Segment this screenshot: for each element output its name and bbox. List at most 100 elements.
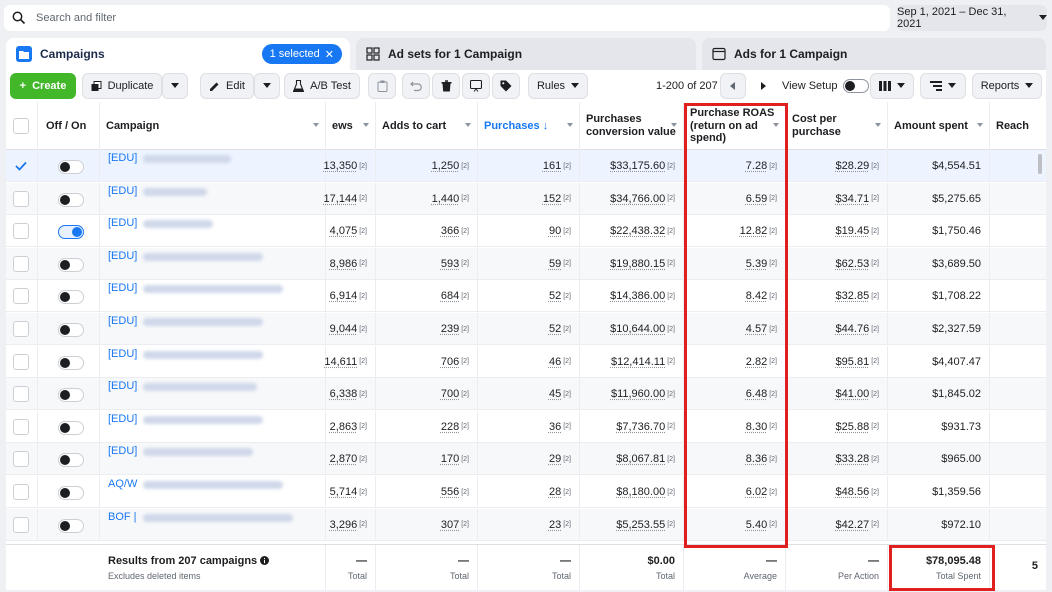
campaign-name-cell[interactable]: [EDU] <box>100 378 326 411</box>
clear-selection-icon[interactable]: ✕ <box>325 48 334 61</box>
campaign-on-off-toggle[interactable] <box>58 453 84 468</box>
col-purchases[interactable]: Purchases ↓ <box>478 102 580 150</box>
col-amount-spent[interactable]: Amount spent <box>888 102 990 150</box>
carts-value[interactable]: 239 <box>441 323 459 335</box>
table-row[interactable]: [EDU] 17,144 [2] 1,440 [2] 152 [2] $34,766.00 [2… <box>6 182 1046 215</box>
campaign-name-cell[interactable]: [EDU] <box>100 150 326 182</box>
roas-value[interactable]: 4.57 <box>746 323 767 335</box>
value-value[interactable]: $14,386.00 <box>610 290 665 302</box>
row-checkbox[interactable] <box>13 288 29 305</box>
purchases-value[interactable]: 152 <box>543 193 561 205</box>
campaign-name-cell[interactable]: [EDU] <box>100 215 326 248</box>
breakdown-button[interactable] <box>920 73 966 99</box>
row-checkbox[interactable] <box>13 255 29 272</box>
value-value[interactable]: $7,736.70 <box>616 421 665 433</box>
carts-value[interactable]: 706 <box>441 356 459 368</box>
roas-value[interactable]: 8.36 <box>746 453 767 465</box>
col-campaign[interactable]: Campaign <box>100 102 326 150</box>
cpp-value[interactable]: $62.53 <box>836 258 870 270</box>
ab-test-button[interactable]: A/B Test <box>284 73 360 99</box>
views-value[interactable]: 9,044 <box>330 323 358 335</box>
create-button[interactable]: + Create <box>10 73 76 99</box>
roas-value[interactable]: 7.28 <box>746 160 767 172</box>
cpp-value[interactable]: $41.00 <box>836 388 870 400</box>
purchases-value[interactable]: 28 <box>549 486 561 498</box>
campaign-name-cell[interactable]: [EDU] <box>100 247 326 280</box>
campaign-on-off-toggle[interactable] <box>58 257 84 272</box>
views-value[interactable]: 8,986 <box>330 258 358 270</box>
cpp-value[interactable]: $42.27 <box>836 519 870 531</box>
value-value[interactable]: $8,067.81 <box>616 453 665 465</box>
campaign-on-off-toggle[interactable] <box>58 518 84 533</box>
cpp-value[interactable]: $44.76 <box>836 323 870 335</box>
carts-value[interactable]: 228 <box>441 421 459 433</box>
value-value[interactable]: $10,644.00 <box>610 323 665 335</box>
purchases-value[interactable]: 52 <box>549 290 561 302</box>
next-page-button[interactable] <box>750 73 776 99</box>
campaign-name-cell[interactable]: [EDU] <box>100 182 326 215</box>
cpp-value[interactable]: $34.71 <box>836 193 870 205</box>
roas-value[interactable]: 8.42 <box>746 290 767 302</box>
views-value[interactable]: 5,714 <box>330 486 358 498</box>
view-setup-switch[interactable] <box>843 79 870 93</box>
roas-value[interactable]: 5.39 <box>746 258 767 270</box>
campaign-on-off-toggle[interactable] <box>58 486 84 500</box>
value-value[interactable]: $22,438.32 <box>610 225 665 237</box>
carts-value[interactable]: 170 <box>441 453 459 465</box>
campaign-name-link[interactable]: [EDU] <box>108 152 137 164</box>
campaign-name-cell[interactable]: AQ/W <box>100 476 326 508</box>
columns-button[interactable] <box>870 73 914 99</box>
duplicate-dropdown-button[interactable] <box>162 73 188 99</box>
roas-value[interactable]: 2.82 <box>746 356 767 368</box>
campaign-on-off-toggle[interactable] <box>58 388 84 403</box>
views-value[interactable]: 17,144 <box>324 193 358 205</box>
views-value[interactable]: 3,296 <box>330 519 358 531</box>
cpp-value[interactable]: $33.28 <box>836 453 870 465</box>
purchases-value[interactable]: 46 <box>549 356 561 368</box>
table-row[interactable]: [EDU] 9,044 [2] 239 [2] 52 [2] $10,644.00 [2] 4.5… <box>6 313 1046 345</box>
views-value[interactable]: 13,350 <box>324 160 358 172</box>
purchases-value[interactable]: 45 <box>549 388 561 400</box>
cpp-value[interactable]: $19.45 <box>836 225 870 237</box>
cpp-value[interactable]: $25.88 <box>836 421 870 433</box>
table-row[interactable]: [EDU] 2,863 [2] 228 [2] 36 [2] $7,736.70 [2] 8.30… <box>6 410 1046 443</box>
value-value[interactable]: $19,880.15 <box>610 258 665 270</box>
roas-value[interactable]: 12.82 <box>740 225 768 237</box>
roas-value[interactable]: 5.40 <box>746 519 767 531</box>
campaign-on-off-toggle[interactable] <box>58 323 84 337</box>
campaign-on-off-toggle[interactable] <box>58 290 84 305</box>
purchases-value[interactable]: 52 <box>549 323 561 335</box>
undo-button[interactable] <box>402 73 430 99</box>
tab-campaigns[interactable]: Campaigns 1 selected ✕ <box>6 38 350 70</box>
campaign-name-link[interactable]: [EDU] <box>108 445 137 457</box>
col-purchase-roas[interactable]: Purchase ROAS (return on ad spend) <box>684 102 786 150</box>
purchases-value[interactable]: 36 <box>549 421 561 433</box>
row-checkbox[interactable] <box>13 516 29 533</box>
views-value[interactable]: 2,870 <box>330 453 358 465</box>
row-checkbox[interactable] <box>13 451 29 468</box>
campaign-name-link[interactable]: [EDU] <box>108 348 137 360</box>
carts-value[interactable]: 684 <box>441 290 459 302</box>
value-value[interactable]: $5,253.55 <box>616 519 665 531</box>
cpp-value[interactable]: $48.56 <box>836 486 870 498</box>
row-checkbox[interactable] <box>13 321 29 337</box>
search-input[interactable]: Search and filter <box>4 5 890 31</box>
col-off-on[interactable]: Off / On <box>38 102 100 150</box>
row-checkbox[interactable] <box>13 158 29 174</box>
date-range-picker[interactable]: Sep 1, 2021 – Dec 31, 2021 <box>897 5 1047 31</box>
carts-value[interactable]: 307 <box>441 519 459 531</box>
campaign-name-cell[interactable]: BOF | <box>100 508 326 541</box>
campaign-name-link[interactable]: [EDU] <box>108 380 137 392</box>
select-all-checkbox[interactable] <box>13 118 29 134</box>
campaign-name-cell[interactable]: [EDU] <box>100 280 326 313</box>
vertical-scrollbar[interactable] <box>1038 154 1042 174</box>
reports-button[interactable]: Reports <box>972 73 1042 99</box>
purchases-value[interactable]: 90 <box>549 225 561 237</box>
value-value[interactable]: $12,414.11 <box>611 356 665 368</box>
cpp-value[interactable]: $95.81 <box>836 356 870 368</box>
purchases-value[interactable]: 23 <box>549 519 561 531</box>
row-checkbox[interactable] <box>13 353 29 370</box>
table-row[interactable]: [EDU] 6,914 [2] 684 [2] 52 [2] $14,386.00 [2] 8.4… <box>6 280 1046 313</box>
roas-value[interactable]: 6.02 <box>746 486 767 498</box>
table-row[interactable]: [EDU] 8,986 [2] 593 [2] 59 [2] $19,880.15 [2] 5.3… <box>6 247 1046 280</box>
